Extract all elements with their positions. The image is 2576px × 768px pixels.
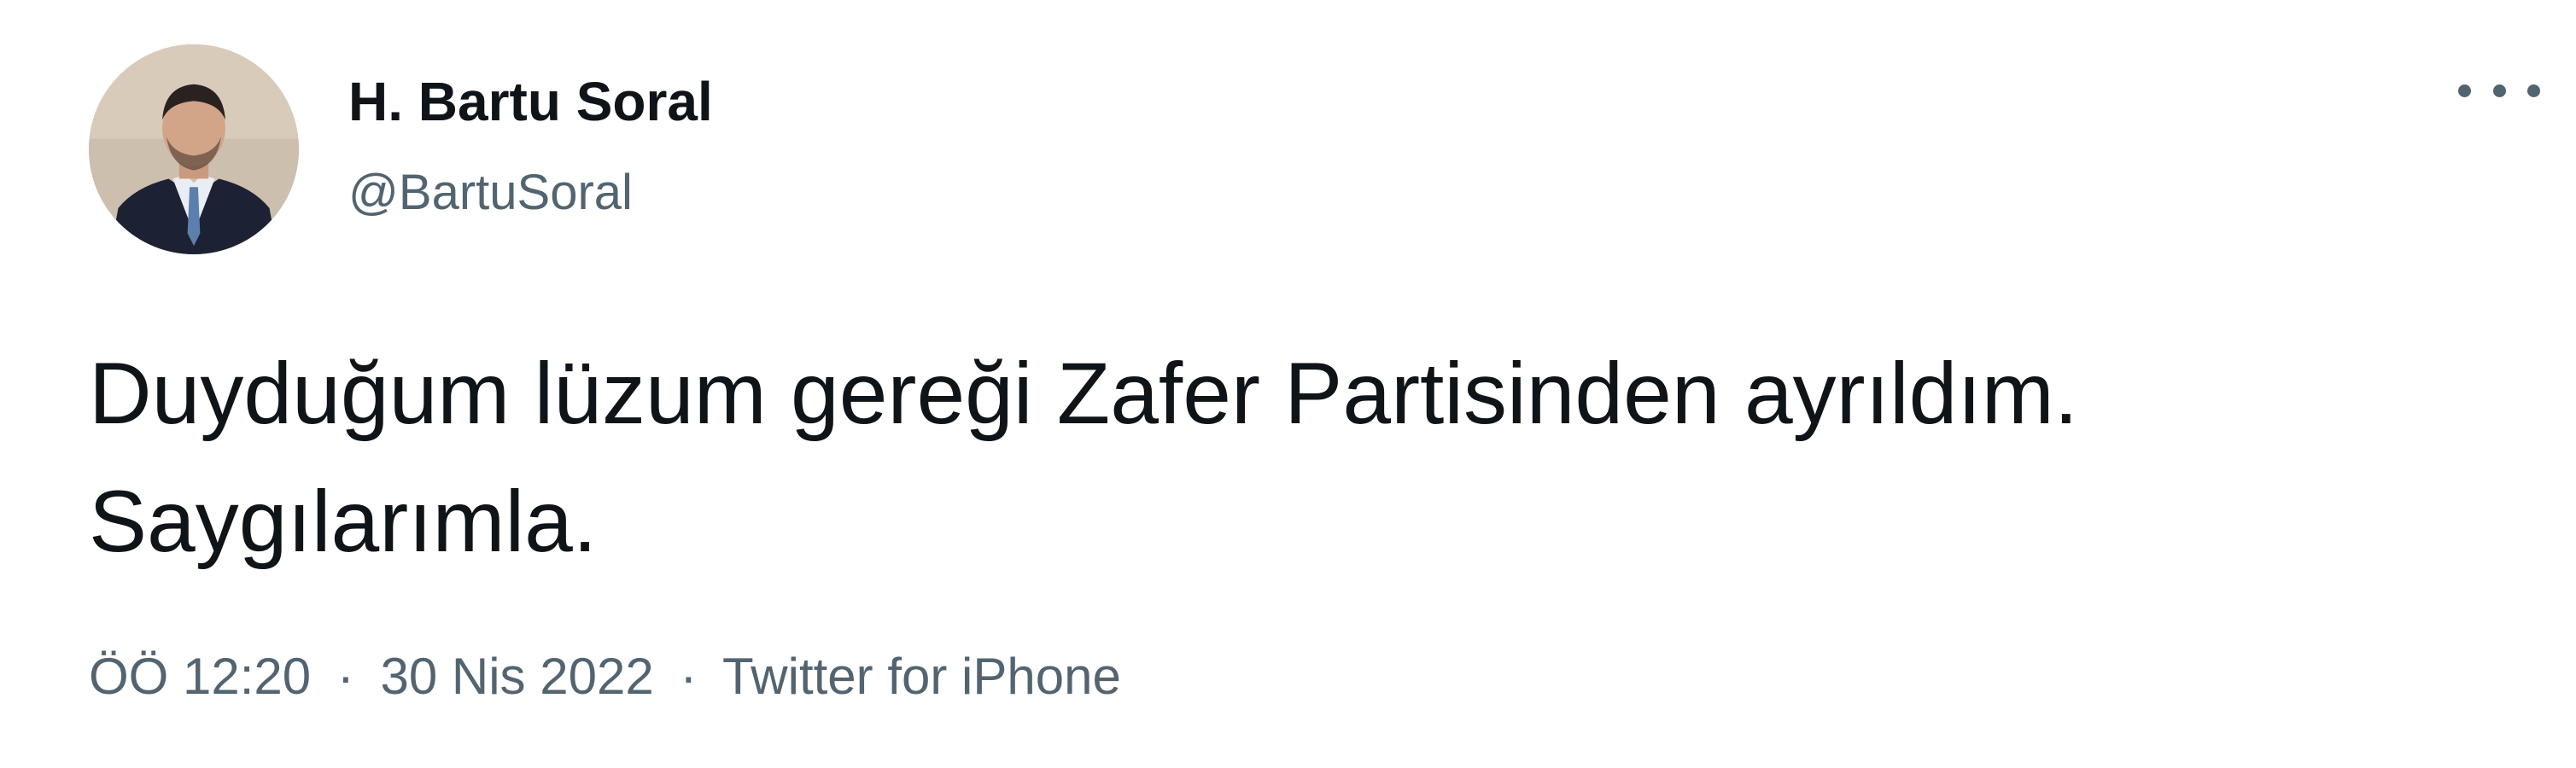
avatar[interactable] xyxy=(89,44,299,254)
avatar-photo xyxy=(89,44,299,254)
author-handle[interactable]: @BartuSoral xyxy=(348,164,633,221)
more-dot xyxy=(2492,84,2506,97)
tweet-text: Duyduğum lüzum gereği Zafer Partisinden … xyxy=(89,329,2480,585)
more-horizontal-icon xyxy=(2458,84,2540,97)
author-display-name[interactable]: H. Bartu Soral xyxy=(348,70,713,133)
meta-separator: · xyxy=(336,648,354,705)
tweet-text-line: Duyduğum lüzum gereği Zafer Partisinden … xyxy=(89,345,2079,442)
more-dot xyxy=(2527,84,2540,97)
tweet-card: H. Bartu Soral @BartuSoral Duyduğum lüzu… xyxy=(0,0,2576,768)
tweet-text-line: Saygılarımla. xyxy=(89,473,598,570)
tweet-source[interactable]: Twitter for iPhone xyxy=(722,648,1121,705)
tweet-date[interactable]: 30 Nis 2022 xyxy=(380,648,653,705)
tweet-meta: ÖÖ 12:20 · 30 Nis 2022 · Twitter for iPh… xyxy=(89,647,1121,706)
more-dot xyxy=(2458,84,2471,97)
more-options-button[interactable] xyxy=(2458,73,2540,108)
tweet-time[interactable]: ÖÖ 12:20 xyxy=(89,648,311,705)
meta-separator: · xyxy=(680,648,698,705)
